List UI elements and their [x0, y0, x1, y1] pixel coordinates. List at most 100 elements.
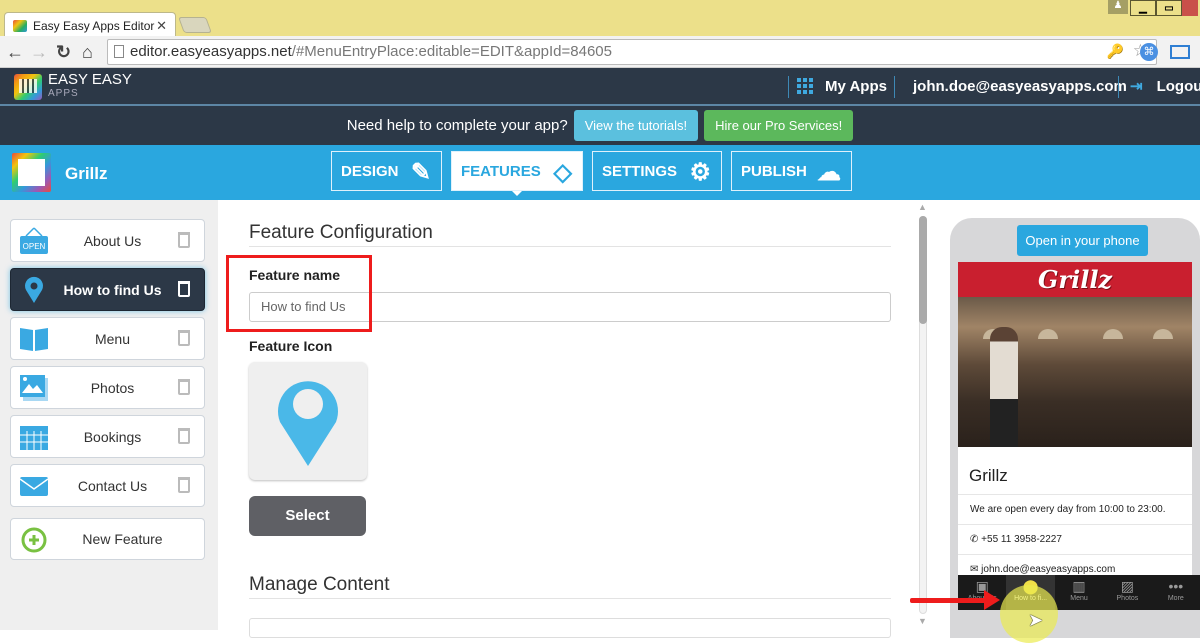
logout-label: Logout: [1156, 77, 1200, 95]
minimize-button[interactable]: ▁: [1130, 0, 1156, 16]
envelope-icon: ✉: [970, 564, 982, 575]
close-window-button[interactable]: [1182, 0, 1198, 16]
sidebar-item-label: How to find Us: [63, 281, 162, 298]
tab-features-label: FEATURES: [461, 162, 541, 180]
phone-preview: Open in your phone Grillz Grillz We are …: [950, 218, 1200, 638]
scroll-thumb[interactable]: [919, 216, 927, 324]
feature-config-panel: Feature Configuration Feature name How t…: [218, 200, 918, 638]
preview-title: Grillz: [969, 466, 1008, 485]
open-sign-icon: OPEN: [20, 227, 48, 254]
mouse-cursor-icon: ➤: [1028, 610, 1044, 630]
trash-icon[interactable]: [178, 281, 190, 297]
sidebar-item-bookings[interactable]: Bookings: [10, 415, 205, 458]
app-banner: Grillz: [958, 262, 1192, 297]
scroll-up-icon[interactable]: ▲: [918, 202, 927, 212]
logout-link[interactable]: ⇥ Logout: [1130, 68, 1200, 104]
feature-icon-preview[interactable]: [249, 362, 367, 480]
lamp: [1038, 329, 1058, 339]
svg-text:OPEN: OPEN: [23, 242, 46, 251]
user-email[interactable]: john.doe@easyeasyapps.com: [913, 68, 1127, 104]
new-feature-label: New Feature: [82, 531, 163, 547]
app-toolbar: Grillz DESIGN ✎ FEATURES ◇ SETTINGS ⚙ PU…: [0, 145, 1200, 200]
preview-phone[interactable]: ✆ +55 11 3958-2227: [958, 524, 1192, 554]
phone-tab-label: More: [1167, 595, 1184, 602]
back-icon[interactable]: ←: [6, 42, 24, 63]
new-feature-button[interactable]: New Feature: [10, 518, 205, 560]
phone-text: +55 11 3958-2227: [981, 534, 1062, 545]
sidebar-item-contact-us[interactable]: Contact Us: [10, 464, 205, 507]
help-text: Need help to complete your app?: [346, 117, 568, 134]
sidebar-item-menu[interactable]: Menu: [10, 317, 205, 360]
phone-tab-menu[interactable]: ▥ Menu: [1055, 575, 1103, 610]
tab-settings-label: SETTINGS: [602, 162, 678, 180]
address-bar[interactable]: editor.easyeasyapps.net/#MenuEntryPlace:…: [107, 39, 1157, 65]
open-in-phone-button[interactable]: Open in your phone: [1017, 225, 1148, 256]
map-pin-icon: [278, 381, 338, 466]
annotation-arrowhead: [984, 590, 1000, 610]
url-host: editor.easyeasyapps.net: [130, 43, 292, 60]
view-tutorials-button[interactable]: View the tutorials!: [573, 110, 699, 141]
trash-icon[interactable]: [178, 477, 190, 493]
trash-icon[interactable]: [178, 232, 190, 248]
hire-pro-button[interactable]: Hire our Pro Services!: [704, 110, 854, 141]
tab-title: Easy Easy Apps Editor: [33, 18, 155, 33]
favicon-icon: [13, 19, 27, 32]
divider: [249, 246, 891, 247]
url-path: /#MenuEntryPlace:editable=EDIT&appId=846…: [291, 43, 612, 60]
maximize-button[interactable]: ▭: [1156, 0, 1182, 16]
trash-icon[interactable]: [178, 330, 190, 346]
feature-config-title: Feature Configuration: [249, 222, 433, 243]
phone-tab-photos[interactable]: ▨ Photos: [1103, 575, 1151, 610]
email-text: john.doe@easyeasyapps.com: [981, 564, 1116, 575]
user-profile-icon[interactable]: ♟: [1108, 0, 1128, 14]
page-icon: [114, 45, 124, 58]
scroll-down-icon[interactable]: ▼: [918, 616, 927, 626]
browser-tab[interactable]: Easy Easy Apps Editor ✕: [4, 12, 176, 38]
sidebar-item-label: Menu: [94, 330, 131, 347]
home-icon[interactable]: ⌂: [82, 42, 93, 63]
my-apps-label: My Apps: [825, 77, 887, 95]
book-icon: [20, 328, 48, 351]
chef-figure: [990, 327, 1018, 447]
divider: [249, 598, 891, 599]
feature-icon-label: Feature Icon: [249, 338, 333, 354]
tab-design[interactable]: DESIGN ✎: [331, 151, 442, 191]
browser-navbar: ← → ↻ ⌂ editor.easyeasyapps.net/#MenuEnt…: [0, 36, 1200, 68]
app-icon: [12, 153, 51, 192]
main-scrollbar[interactable]: ▲ ▼: [918, 200, 930, 630]
envelope-icon: [19, 477, 49, 496]
photos-icon: [20, 375, 48, 401]
cast-icon[interactable]: [1170, 45, 1190, 59]
extension-icon[interactable]: ⌘: [1140, 43, 1158, 61]
reload-icon[interactable]: ↻: [56, 42, 71, 63]
logo-text[interactable]: EASY EASY APPS: [48, 72, 132, 101]
tab-publish[interactable]: PUBLISH ☁: [731, 151, 852, 191]
phone-tab-more[interactable]: ••• More: [1152, 575, 1200, 610]
divider: [1118, 76, 1119, 98]
my-apps-link[interactable]: My Apps: [797, 68, 887, 104]
close-tab-icon[interactable]: ✕: [156, 18, 167, 34]
kitchen-photo: [958, 297, 1192, 447]
phone-tab-label: Photos: [1116, 595, 1139, 602]
book-icon: ▥: [1072, 578, 1086, 594]
trash-icon[interactable]: [178, 428, 190, 444]
select-icon-button[interactable]: Select: [249, 496, 366, 536]
tags-icon: ◇: [553, 159, 572, 186]
brush-icon: ✎: [410, 159, 431, 186]
plus-circle-icon: [21, 527, 47, 553]
trash-icon[interactable]: [178, 379, 190, 395]
logo-line2: APPS: [48, 88, 79, 99]
tab-settings[interactable]: SETTINGS ⚙: [592, 151, 722, 191]
key-icon[interactable]: 🔑: [1107, 43, 1124, 60]
new-tab-button[interactable]: [178, 17, 212, 33]
tab-features[interactable]: FEATURES ◇: [451, 151, 583, 196]
sidebar-item-label: Contact Us: [77, 477, 148, 494]
sidebar-item-about-us[interactable]: OPEN About Us: [10, 219, 205, 262]
calendar-icon: [20, 426, 48, 450]
features-sidebar: OPEN About Us How to find Us Menu Photos…: [0, 200, 218, 630]
forward-icon[interactable]: →: [30, 42, 48, 63]
sidebar-item-how-to-find-us[interactable]: How to find Us: [10, 268, 205, 311]
content-box[interactable]: [249, 618, 891, 638]
tab-design-label: DESIGN: [341, 162, 399, 180]
sidebar-item-photos[interactable]: Photos: [10, 366, 205, 409]
